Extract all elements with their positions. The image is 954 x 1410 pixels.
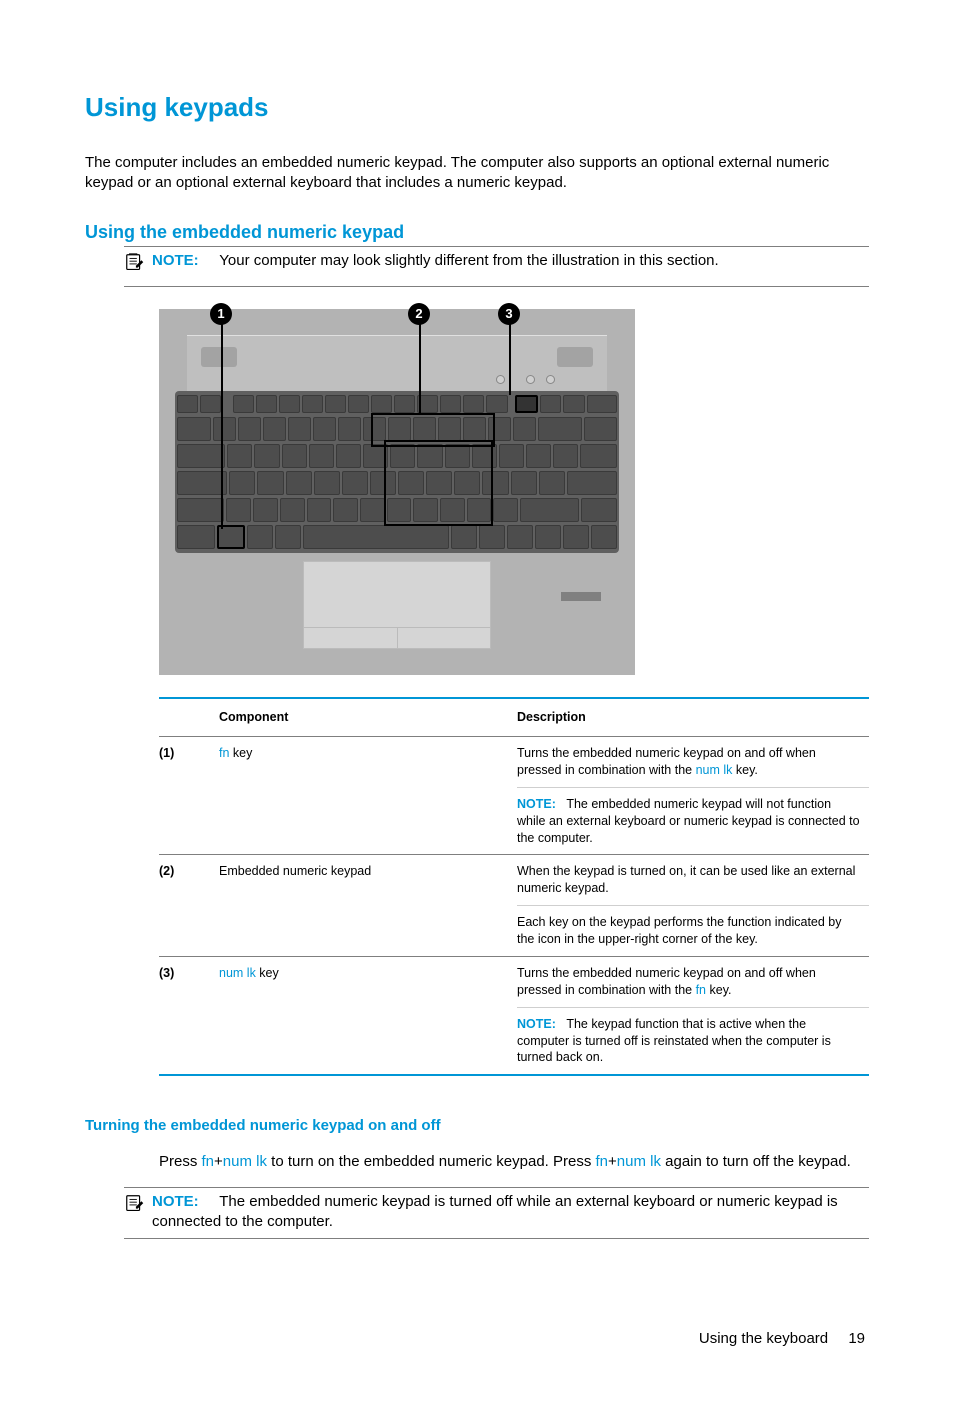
page-footer: Using the keyboard 19 xyxy=(85,1329,869,1349)
page-number: 19 xyxy=(848,1330,865,1347)
fn-key-link: fn xyxy=(696,983,706,997)
component-table: Component Description (1) fn key Turns t… xyxy=(159,697,869,1076)
heading-using-keypads: Using keypads xyxy=(85,90,869,125)
intro-paragraph: The computer includes an embedded numeri… xyxy=(85,153,869,194)
table-row: NOTE: The embedded numeric keypad will n… xyxy=(159,787,869,855)
numlk-key-link: num lk xyxy=(219,966,256,980)
callout-3: 3 xyxy=(498,303,520,325)
note-block-2: NOTE: The embedded numeric keypad is tur… xyxy=(124,1187,869,1240)
heading-embedded-keypad: Using the embedded numeric keypad xyxy=(85,220,869,244)
keyboard-illustration: 1 2 3 xyxy=(159,309,635,675)
th-component: Component xyxy=(219,699,517,736)
note-text: The embedded numeric keypad is turned of… xyxy=(152,1193,838,1230)
th-description: Description xyxy=(517,699,869,736)
note-icon xyxy=(124,1192,152,1221)
heading-turning-keypad: Turning the embedded numeric keypad on a… xyxy=(85,1116,869,1136)
note-icon xyxy=(124,251,152,280)
table-row: (2) Embedded numeric keypad When the key… xyxy=(159,855,869,906)
note-text: Your computer may look slightly differen… xyxy=(219,252,718,269)
table-row: Each key on the keypad performs the func… xyxy=(159,906,869,957)
table-row: (1) fn key Turns the embedded numeric ke… xyxy=(159,737,869,788)
note-label: NOTE: xyxy=(152,1193,199,1210)
note-label: NOTE: xyxy=(152,252,199,269)
note-block-1: NOTE: Your computer may look slightly di… xyxy=(124,246,869,287)
callout-1: 1 xyxy=(210,303,232,325)
callout-2: 2 xyxy=(408,303,430,325)
fn-key-link: fn xyxy=(219,746,229,760)
table-row: (3) num lk key Turns the embedded numeri… xyxy=(159,956,869,1007)
footer-section: Using the keyboard xyxy=(699,1330,828,1347)
numlk-key-link: num lk xyxy=(696,763,733,777)
table-row: NOTE: The keypad function that is active… xyxy=(159,1007,869,1074)
turning-paragraph: Press fn+num lk to turn on the embedded … xyxy=(159,1152,869,1172)
